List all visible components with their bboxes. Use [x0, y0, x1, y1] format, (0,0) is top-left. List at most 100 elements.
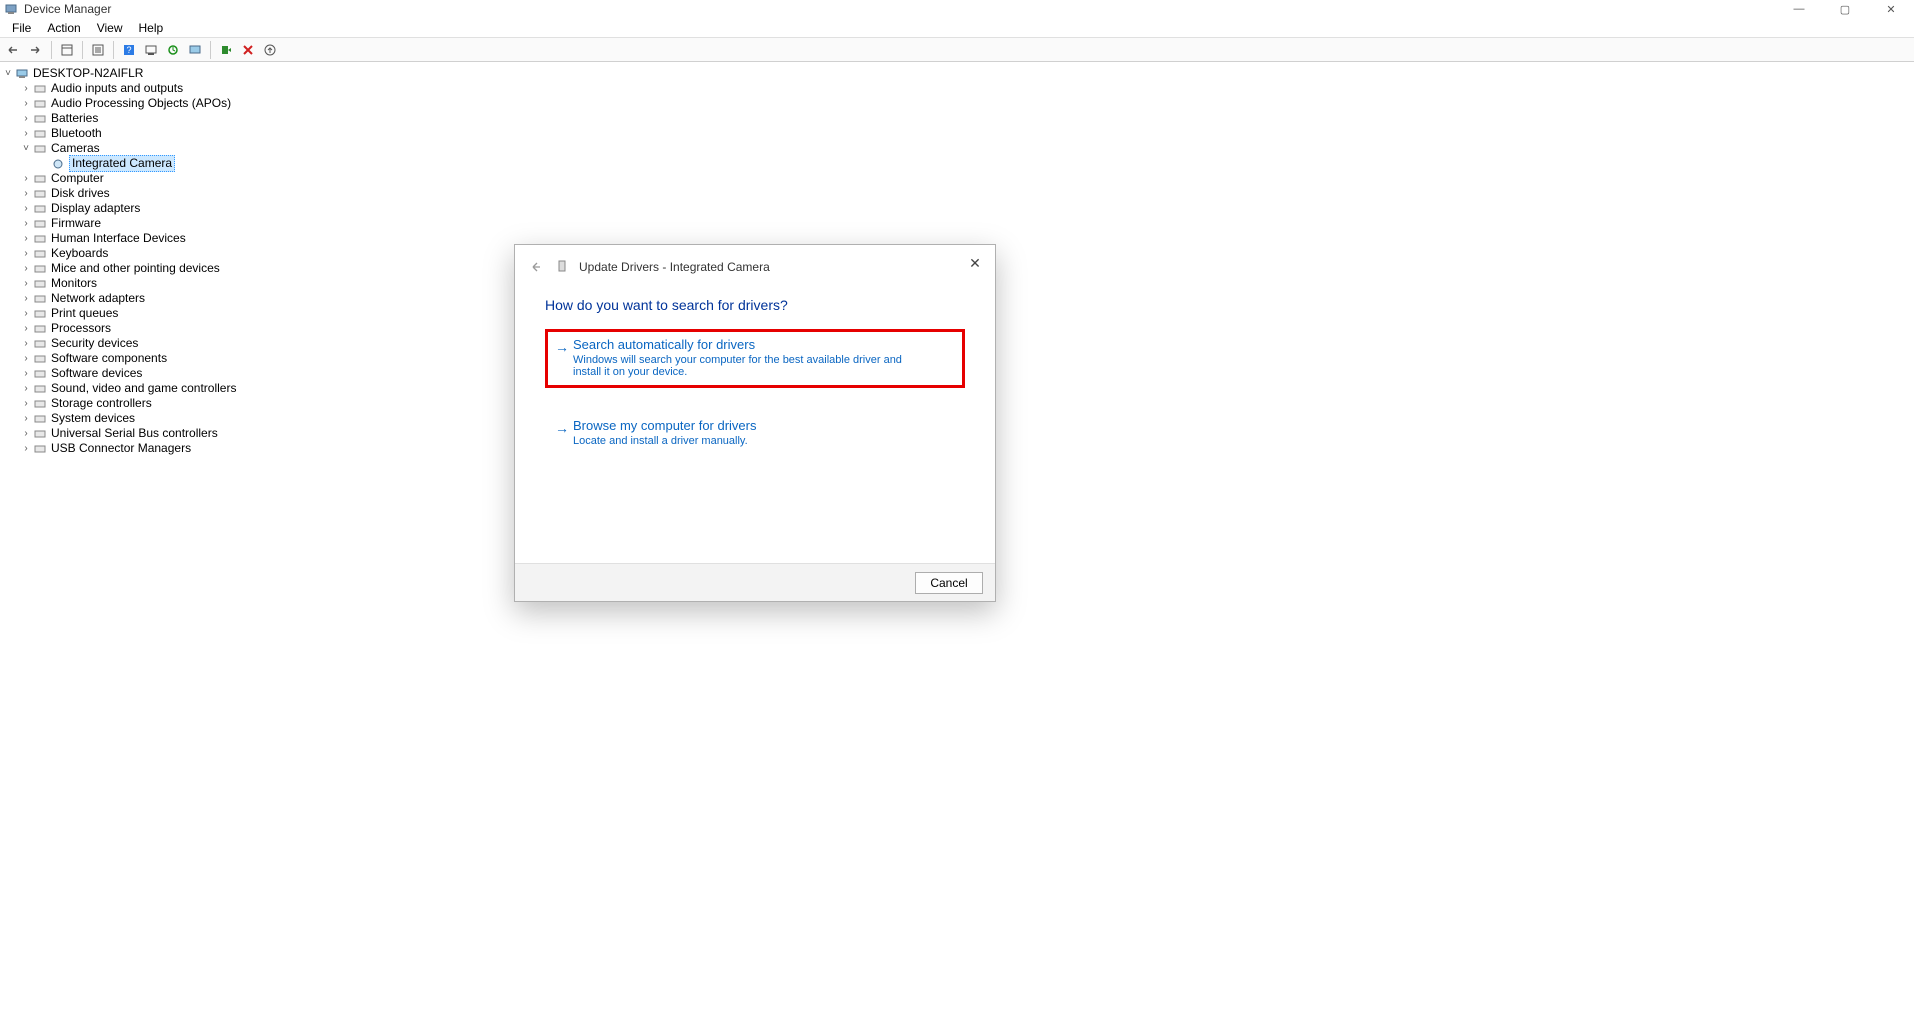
title-bar: Device Manager — [0, 0, 1914, 18]
category-label: Software devices — [51, 366, 142, 381]
tree-category[interactable]: › Disk drives — [20, 186, 1912, 201]
expander-icon[interactable]: › — [20, 111, 32, 126]
category-icon — [32, 382, 48, 396]
tree-category[interactable]: › Audio Processing Objects (APOs) — [20, 96, 1912, 111]
category-icon — [32, 277, 48, 291]
expander-icon[interactable]: › — [20, 231, 32, 246]
properties-button[interactable] — [88, 40, 108, 60]
category-label: System devices — [51, 411, 135, 426]
tree-category[interactable]: ˅ Cameras — [20, 141, 1912, 156]
tree-category[interactable]: › Computer — [20, 171, 1912, 186]
expander-icon[interactable]: › — [20, 321, 32, 336]
category-label: Firmware — [51, 216, 101, 231]
minimize-button[interactable]: — — [1776, 0, 1822, 18]
menu-file[interactable]: File — [4, 19, 39, 37]
help-button[interactable]: ? — [119, 40, 139, 60]
category-icon — [32, 202, 48, 216]
menu-action[interactable]: Action — [39, 19, 88, 37]
category-label: Bluetooth — [51, 126, 102, 141]
expander-icon[interactable]: › — [20, 291, 32, 306]
category-label: Disk drives — [51, 186, 110, 201]
menu-help[interactable]: Help — [131, 19, 172, 37]
expander-icon[interactable]: › — [20, 186, 32, 201]
tree-device[interactable]: Integrated Camera — [38, 156, 1912, 171]
category-label: USB Connector Managers — [51, 441, 191, 456]
category-label: Batteries — [51, 111, 98, 126]
tree-category[interactable]: › Firmware — [20, 216, 1912, 231]
category-label: Monitors — [51, 276, 97, 291]
category-label: Mice and other pointing devices — [51, 261, 220, 276]
expander-icon[interactable]: › — [20, 366, 32, 381]
dialog-back-button[interactable] — [527, 257, 547, 277]
expander-icon[interactable]: › — [20, 441, 32, 456]
expander-icon[interactable]: › — [20, 276, 32, 291]
browse-computer-option[interactable]: → Browse my computer for drivers Locate … — [545, 410, 965, 457]
expander-icon[interactable]: ˅ — [2, 66, 14, 81]
app-icon — [4, 2, 18, 16]
expander-icon[interactable]: › — [20, 81, 32, 96]
category-label: Cameras — [51, 141, 100, 156]
update-drivers-dialog: ✕ Update Drivers - Integrated Camera How… — [514, 244, 996, 602]
maximize-button[interactable]: ▢ — [1822, 0, 1868, 18]
expander-icon[interactable]: › — [20, 261, 32, 276]
category-label: Software components — [51, 351, 167, 366]
expander-icon[interactable]: › — [20, 396, 32, 411]
category-icon — [32, 127, 48, 141]
expander-icon[interactable]: › — [20, 411, 32, 426]
category-label: Keyboards — [51, 246, 108, 261]
enable-device-button[interactable] — [216, 40, 236, 60]
category-label: Print queues — [51, 306, 118, 321]
scan-hardware-button[interactable] — [141, 40, 161, 60]
tree-category[interactable]: › Batteries — [20, 111, 1912, 126]
category-label: Audio inputs and outputs — [51, 81, 183, 96]
expander-icon[interactable]: ˅ — [20, 141, 32, 156]
category-icon — [32, 232, 48, 246]
expander-icon[interactable]: › — [20, 96, 32, 111]
device-icon — [50, 157, 66, 171]
tree-root[interactable]: ˅ DESKTOP-N2AIFLR — [2, 66, 1912, 81]
expander-icon[interactable]: › — [20, 216, 32, 231]
forward-button[interactable] — [26, 40, 46, 60]
menu-bar: File Action View Help — [0, 18, 1914, 38]
tree-category[interactable]: › Bluetooth — [20, 126, 1912, 141]
dialog-close-button[interactable]: ✕ — [963, 251, 987, 275]
toolbar: ? — [0, 38, 1914, 62]
category-icon — [32, 217, 48, 231]
category-label: Computer — [51, 171, 104, 186]
expander-icon[interactable]: › — [20, 126, 32, 141]
category-icon — [32, 112, 48, 126]
category-label: Human Interface Devices — [51, 231, 186, 246]
category-icon — [32, 307, 48, 321]
close-button[interactable]: ✕ — [1868, 0, 1914, 18]
expander-icon[interactable]: › — [20, 426, 32, 441]
expander-icon[interactable]: › — [20, 351, 32, 366]
category-icon — [32, 412, 48, 426]
expander-icon[interactable]: › — [20, 336, 32, 351]
category-icon — [32, 97, 48, 111]
computer-icon — [14, 67, 30, 81]
back-button[interactable] — [4, 40, 24, 60]
properties-alt-button[interactable] — [185, 40, 205, 60]
show-hide-console-button[interactable] — [57, 40, 77, 60]
category-icon — [32, 322, 48, 336]
dialog-body: How do you want to search for drivers? →… — [515, 289, 995, 563]
category-icon — [32, 292, 48, 306]
disable-device-button[interactable] — [260, 40, 280, 60]
expander-icon[interactable]: › — [20, 201, 32, 216]
uninstall-device-button[interactable] — [238, 40, 258, 60]
search-automatically-option[interactable]: → Search automatically for drivers Windo… — [545, 329, 965, 388]
update-driver-button[interactable] — [163, 40, 183, 60]
cancel-button[interactable]: Cancel — [915, 572, 983, 594]
tree-category[interactable]: › Audio inputs and outputs — [20, 81, 1912, 96]
device-icon — [557, 260, 571, 274]
device-label: Integrated Camera — [69, 155, 175, 172]
expander-icon[interactable]: › — [20, 306, 32, 321]
category-label: Audio Processing Objects (APOs) — [51, 96, 231, 111]
tree-category[interactable]: ›Display adapters — [20, 201, 1912, 216]
category-icon — [32, 337, 48, 351]
menu-view[interactable]: View — [89, 19, 131, 37]
expander-icon[interactable]: › — [20, 246, 32, 261]
arrow-right-icon: → — [555, 337, 573, 357]
expander-icon[interactable]: › — [20, 381, 32, 396]
expander-icon[interactable]: › — [20, 171, 32, 186]
